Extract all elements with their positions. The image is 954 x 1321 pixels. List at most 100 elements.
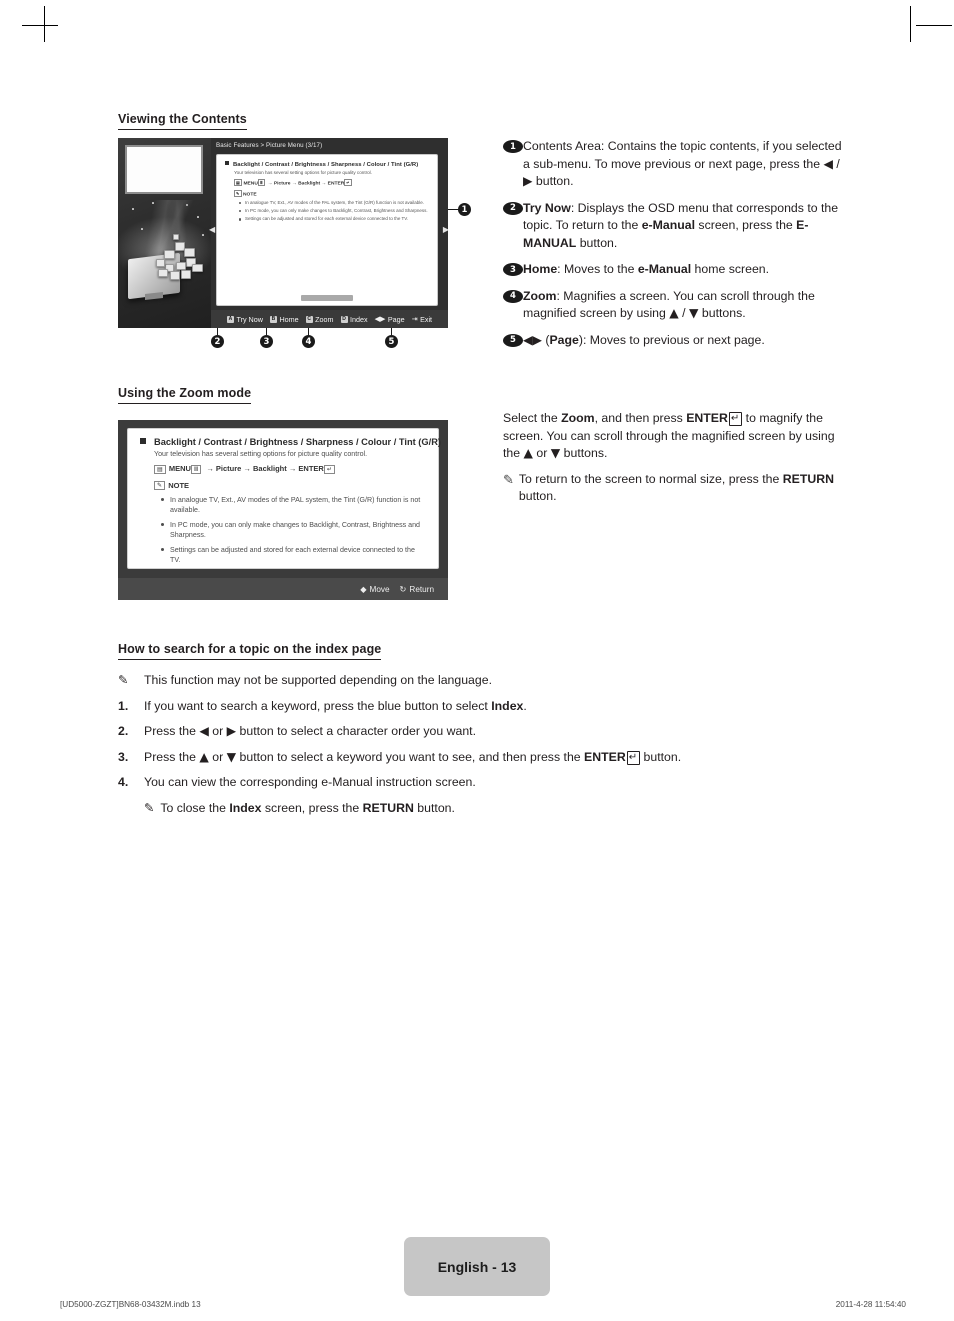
figure-language-tag xyxy=(301,295,353,301)
zoom-note-label: ✎ NOTE xyxy=(154,481,426,490)
step-text: Press the ▲ or ▼ button to select a keyw… xyxy=(144,749,682,765)
floating-app-icon xyxy=(173,234,179,240)
enter-glyph-icon: ↵ xyxy=(344,178,352,186)
figure-thumbnail-box xyxy=(125,145,203,194)
figure-button-label: Try Now xyxy=(236,314,263,324)
heading-viewing-contents: Viewing the Contents xyxy=(118,112,247,130)
zoom-menu-path: ▤ MENU Ⅲ → Picture → Backlight → ENTER ↵ xyxy=(154,464,426,474)
callout-marker-3: 3 xyxy=(260,335,273,348)
figure-note-label: ✎ NOTE xyxy=(234,189,257,198)
zoom-topic-title: Backlight / Contrast / Brightness / Shar… xyxy=(140,437,441,447)
step-text: If you want to search a keyword, press t… xyxy=(144,698,527,713)
step-number: 2. xyxy=(118,724,129,738)
step-text: Press the ◀ or ▶ button to select a char… xyxy=(144,724,477,738)
figure-button-label: Zoom xyxy=(315,314,334,324)
zoom-note-text: To return to the screen to normal size, … xyxy=(518,471,834,504)
exit-arrow-icon: ⇥ xyxy=(411,314,418,323)
figure-button-home[interactable]: B Home xyxy=(269,314,299,324)
crop-mark-top-left xyxy=(44,6,45,42)
bullet-square-icon xyxy=(225,161,229,165)
index-step: 1. If you want to search a keyword, press… xyxy=(118,698,818,716)
legend-number: 3 xyxy=(503,263,523,276)
zoom-note-bullet: In PC mode, you can only make changes to… xyxy=(161,520,426,541)
floating-app-icon xyxy=(156,259,165,267)
step-number: 3. xyxy=(118,749,129,764)
callout-leader-5 xyxy=(391,328,392,335)
menu-glyph-icon: Ⅲ xyxy=(190,464,202,474)
page-number-badge: English - 13 xyxy=(404,1237,550,1296)
floating-app-icon xyxy=(181,270,191,279)
prev-page-arrow-icon: ◀ xyxy=(209,225,216,234)
legend-text: Try Now: Displays the OSD menu that corr… xyxy=(523,200,839,250)
crop-mark-top-right-h xyxy=(916,25,952,26)
key-a-icon: A xyxy=(226,315,234,323)
figure-menu-path: ▤ MENU Ⅲ → Picture → Backlight → ENTER ↵ xyxy=(234,178,352,187)
legend-number: 4 xyxy=(503,289,523,303)
legend-item: 5 ◀▶ (Page): Moves to previous or next pa… xyxy=(503,332,848,350)
zoom-footer-return[interactable]: ↻ Return xyxy=(400,584,434,594)
note-badge-icon: ✎ xyxy=(234,189,242,197)
figure-topic-title: Backlight / Contrast / Brightness / Shar… xyxy=(225,161,429,168)
legend-number: 1 xyxy=(503,140,523,153)
callout-leader-3 xyxy=(266,328,267,335)
figure-button-index[interactable]: D Index xyxy=(340,314,368,324)
crop-mark-top-right xyxy=(910,6,911,42)
callout-leader-2 xyxy=(217,328,218,335)
tv-stand-illustration xyxy=(145,292,163,300)
zoom-footer-label: Return xyxy=(409,584,434,594)
menu-badge-icon: ▤ xyxy=(234,178,242,186)
figure-note-bullet: In PC mode, you can only make changes to… xyxy=(239,208,428,214)
figure-button-page[interactable]: ◀▶ Page xyxy=(375,315,405,324)
floating-app-icon xyxy=(176,262,186,270)
sparkle-dot xyxy=(197,216,199,218)
callout-marker-2: 2 xyxy=(211,335,224,348)
index-intro-note: ✎ This function may not be supported dep… xyxy=(118,672,818,690)
move-arrows-icon: ◆ xyxy=(360,584,367,594)
index-step: 2. Press the ◀ or ▶ button to select a ch… xyxy=(118,723,818,741)
enter-glyph-icon: ↵ xyxy=(323,464,336,474)
floating-app-icon xyxy=(158,269,168,277)
legend-text: Contents Area: Contains the topic conten… xyxy=(523,139,842,188)
sparkle-dot xyxy=(132,208,134,210)
legend-number: 2 xyxy=(503,201,523,215)
figure-button-bar: A Try Now B Home C Zoom D Index ◀▶ Page ⇥ Exit xyxy=(211,310,448,328)
callout-marker-4: 4 xyxy=(302,335,315,348)
sparkle-dot xyxy=(186,204,188,206)
heading-zoom-mode: Using the Zoom mode xyxy=(118,386,252,404)
figure-note-bullet: In analogue TV, Ext., AV modes of the PA… xyxy=(239,200,429,206)
legend-item: 4 Zoom: Magnifies a screen. You can scrol… xyxy=(503,288,848,323)
index-step: 3. Press the ▲ or ▼ button to select a ke… xyxy=(118,749,818,767)
zoom-note-bullet: Settings can be adjusted and stored for … xyxy=(161,545,426,566)
sparkle-dot xyxy=(152,202,154,204)
menu-glyph-icon: Ⅲ xyxy=(257,178,265,186)
index-steps-list: ✎ This function may not be supported dep… xyxy=(118,672,818,817)
menu-badge-icon: ▤ xyxy=(154,464,166,474)
index-intro-note-text: This function may not be supported depen… xyxy=(144,673,492,687)
key-c-icon: C xyxy=(305,315,313,323)
legend-text: Home: Moves to the e-Manual home screen. xyxy=(523,262,770,276)
figure-button-label: Index xyxy=(350,314,368,324)
legend-text: ◀▶ (Page): Moves to previous or next pag… xyxy=(523,332,765,347)
figure-zoom-footer-bar: ◆ Move ↻ Return xyxy=(118,578,448,600)
figure-right-panel: Basic Features > Picture Menu (3/17) Bac… xyxy=(209,138,448,328)
legend-number: 5 xyxy=(503,333,523,347)
footer-file-info: [UD5000-ZGZT]BN68-03432M.indb 13 xyxy=(60,1300,201,1309)
index-step: 4. You can view the corresponding e-Manua… xyxy=(118,774,818,792)
figure-zoom-screenshot: Backlight / Contrast / Brightness / Shar… xyxy=(118,420,448,600)
zoom-footer-move[interactable]: ◆ Move xyxy=(360,584,389,594)
zoom-topic-subtitle: Your television has several setting opti… xyxy=(154,450,368,458)
floating-app-icon xyxy=(164,250,175,259)
note-badge-icon: ✎ xyxy=(154,481,166,490)
figure-button-label: Page xyxy=(387,314,405,324)
figure-button-try-now[interactable]: A Try Now xyxy=(226,314,263,324)
callout-marker-5: 5 xyxy=(385,335,398,348)
figure-button-exit[interactable]: ⇥ Exit xyxy=(412,315,432,324)
pencil-note-icon: ✎ xyxy=(503,471,514,487)
zoom-instruction-paragraph: Select the Zoom, and then press ENTER ↵ t… xyxy=(503,411,835,460)
legend-text: Zoom: Magnifies a screen. You can scroll… xyxy=(523,288,815,321)
heading-index-search: How to search for a topic on the index p… xyxy=(118,642,382,660)
figure-button-label: Home xyxy=(279,314,299,324)
floating-app-icon xyxy=(170,271,180,280)
figure-button-zoom[interactable]: C Zoom xyxy=(305,314,334,324)
footer-timestamp: 2011-4-28 11:54:40 xyxy=(835,1300,906,1309)
